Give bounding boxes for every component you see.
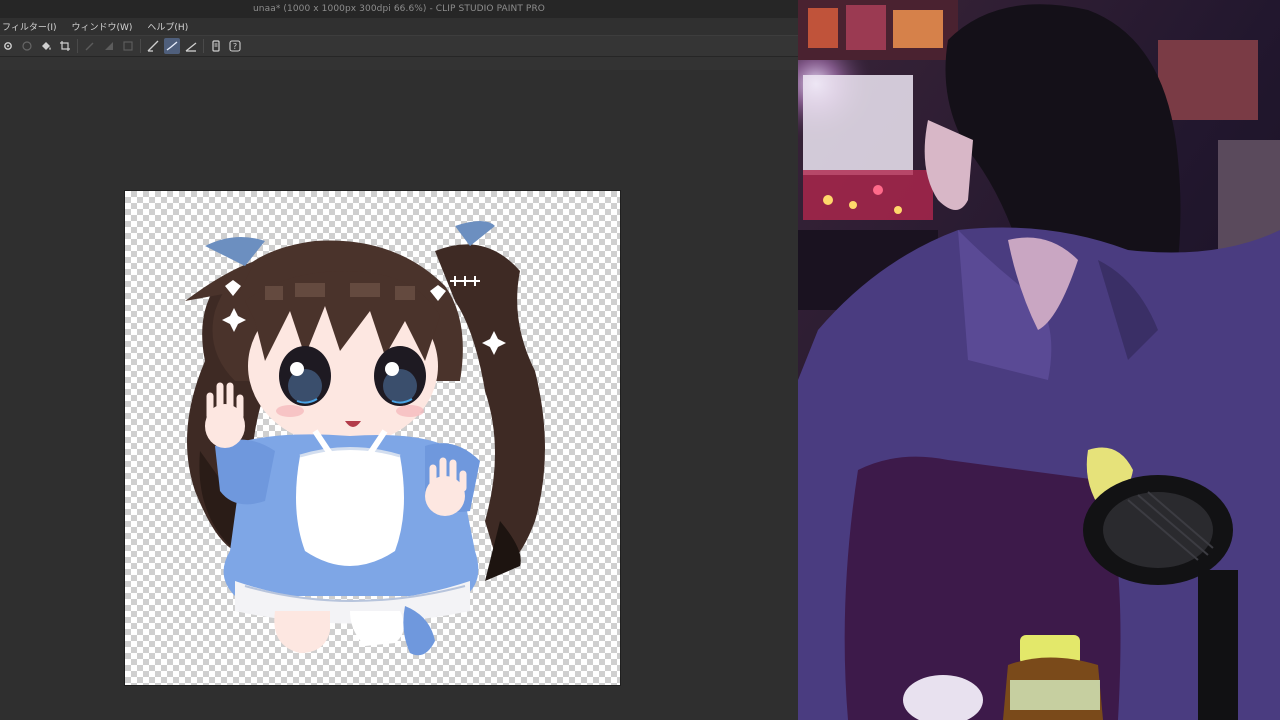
device-icon[interactable] — [208, 38, 224, 54]
line-active-icon[interactable] — [164, 38, 180, 54]
line-icon[interactable] — [145, 38, 161, 54]
crop-icon[interactable] — [57, 38, 73, 54]
window-title: unaa* (1000 x 1000px 300dpi 66.6%) - CLI… — [253, 4, 545, 14]
circle-icon[interactable] — [19, 38, 35, 54]
menu-filter[interactable]: フィルター(I) — [2, 20, 57, 33]
webcam-feed — [798, 0, 1280, 720]
toolbar-divider — [203, 39, 204, 53]
menu-window[interactable]: ウィンドウ(W) — [72, 20, 133, 33]
chibi-illustration — [185, 221, 545, 656]
gear-icon[interactable] — [0, 38, 16, 54]
clip-studio-window: unaa* (1000 x 1000px 300dpi 66.6%) - CLI… — [0, 0, 798, 720]
line-alt-icon[interactable] — [183, 38, 199, 54]
help-icon[interactable]: ? — [227, 38, 243, 54]
command-bar: ? — [0, 35, 798, 57]
menu-help[interactable]: ヘルプ(H) — [147, 20, 188, 33]
window-titlebar: unaa* (1000 x 1000px 300dpi 66.6%) - CLI… — [0, 0, 798, 18]
layer-icon[interactable] — [101, 38, 117, 54]
svg-text:?: ? — [233, 42, 237, 51]
toolbar-divider — [140, 39, 141, 53]
border-icon[interactable] — [120, 38, 136, 54]
toolbar-divider — [77, 39, 78, 53]
pen-icon[interactable] — [82, 38, 98, 54]
webcam-scene — [798, 0, 1280, 720]
fill-icon[interactable] — [38, 38, 54, 54]
menu-bar: フィルター(I) ウィンドウ(W) ヘルプ(H) — [0, 18, 798, 35]
drawing-canvas[interactable] — [125, 191, 620, 685]
